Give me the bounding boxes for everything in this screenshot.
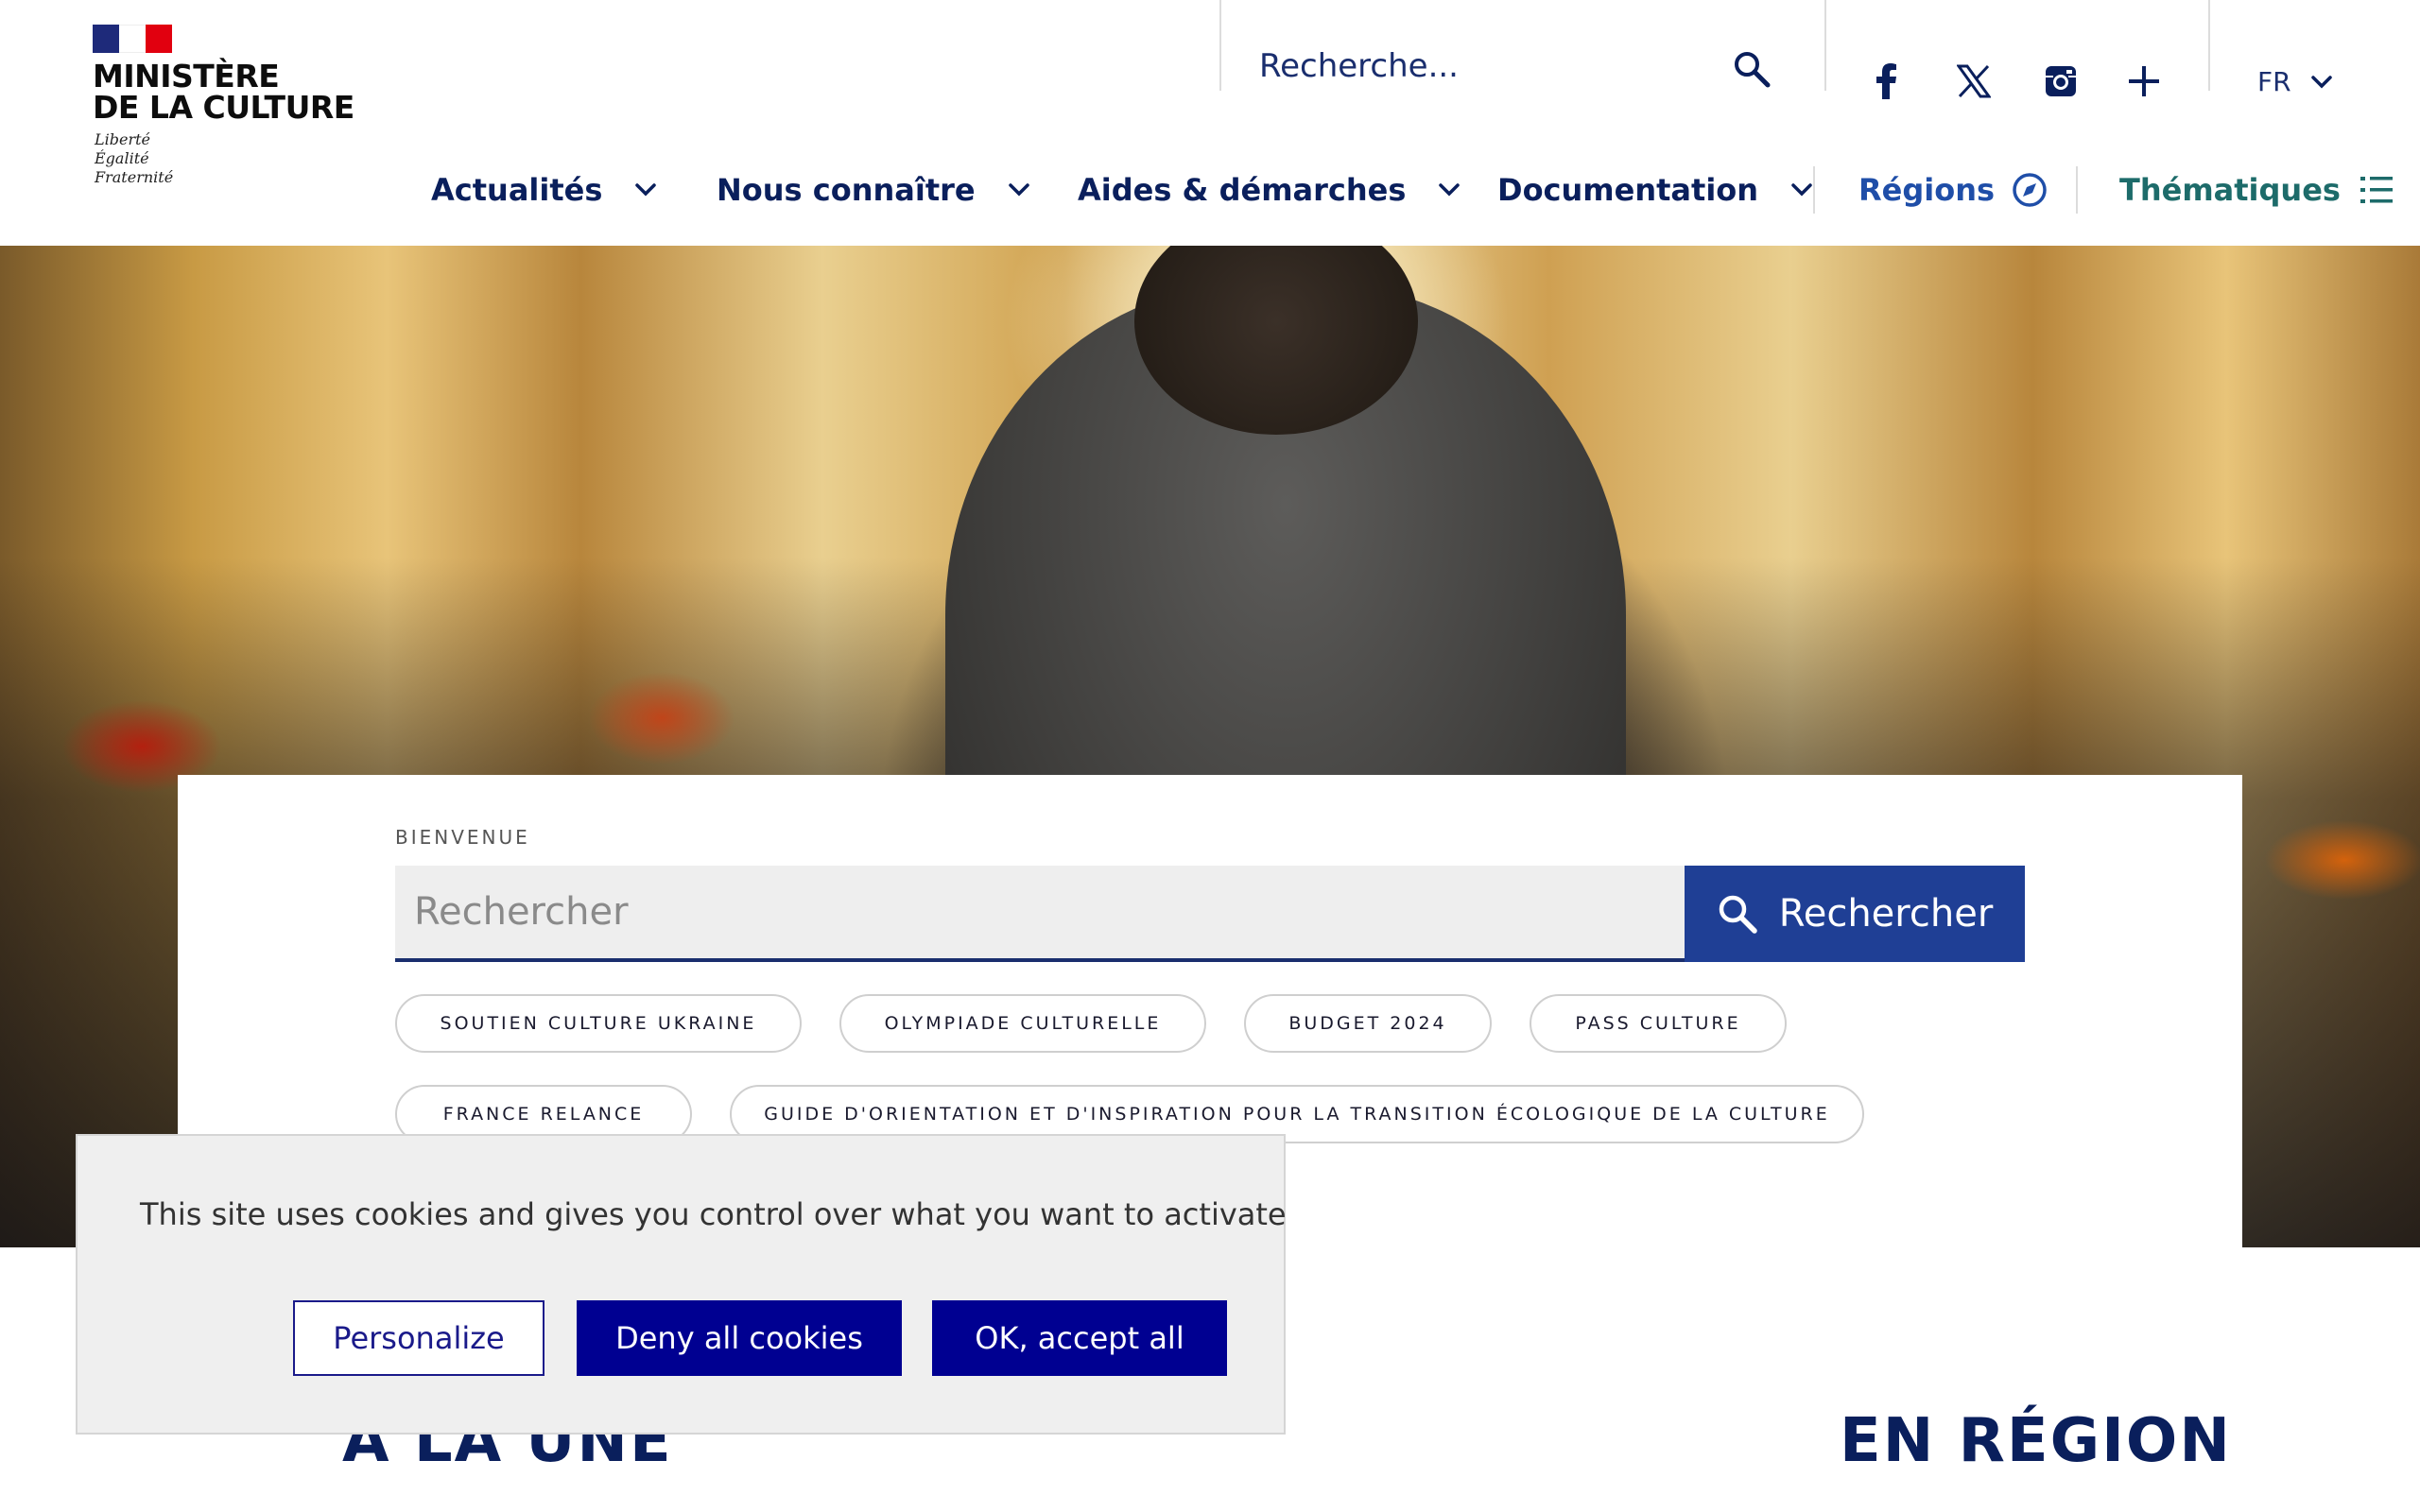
- nav-label: Nous connaître: [717, 172, 976, 208]
- language-label: FR: [2257, 66, 2291, 97]
- nav-item-thematiques[interactable]: Thématiques: [2119, 172, 2394, 208]
- logo-title: MINISTÈRE DE LA CULTURE: [93, 60, 354, 123]
- nav-item-documentation[interactable]: Documentation: [1497, 172, 1813, 208]
- tag-chip-olympiade-culturelle[interactable]: OLYMPIADE CULTURELLE: [839, 994, 1206, 1053]
- nav-divider: [2076, 166, 2078, 214]
- nav-item-regions[interactable]: Régions: [1858, 172, 2048, 208]
- main-search-button[interactable]: Rechercher: [1685, 866, 2025, 962]
- instagram-icon[interactable]: [2040, 60, 2082, 102]
- flag-red-stripe: [146, 25, 172, 53]
- nav-label: Régions: [1858, 172, 1996, 208]
- compass-icon: [2013, 173, 2047, 207]
- plus-icon[interactable]: [2123, 60, 2165, 102]
- nav-label: Documentation: [1497, 172, 1759, 208]
- search-icon: [1719, 895, 1757, 934]
- motto-fraternite: Fraternité: [95, 168, 174, 186]
- x-icon[interactable]: [1953, 60, 1995, 102]
- nav-item-actualites[interactable]: Actualités: [431, 172, 657, 208]
- main-search-input[interactable]: [395, 866, 1685, 962]
- cookie-accept-button[interactable]: OK, accept all: [932, 1300, 1227, 1376]
- nav-item-aides-demarches[interactable]: Aides & démarches: [1078, 172, 1461, 208]
- section-title-en-region: EN RÉGION: [1840, 1406, 2232, 1476]
- search-icon[interactable]: [1732, 49, 1772, 89]
- logo-title-line2: DE LA CULTURE: [93, 89, 354, 126]
- header-divider: [1219, 0, 1221, 91]
- cookie-banner: This site uses cookies and gives you con…: [76, 1134, 1287, 1435]
- flag-white-stripe: [119, 25, 146, 53]
- flag-blue-stripe: [93, 25, 119, 53]
- nav-label: Aides & démarches: [1078, 172, 1407, 208]
- cookie-deny-button[interactable]: Deny all cookies: [577, 1300, 902, 1376]
- chevron-down-icon: [1008, 183, 1029, 197]
- chevron-down-icon: [635, 183, 657, 197]
- tag-chip-budget-2024[interactable]: BUDGET 2024: [1244, 994, 1492, 1053]
- facebook-icon[interactable]: [1866, 60, 1908, 102]
- language-selector[interactable]: FR: [2257, 66, 2333, 97]
- chevron-down-icon: [1439, 183, 1461, 197]
- nav-divider: [1813, 166, 1815, 214]
- chevron-down-icon: [2310, 75, 2332, 88]
- cookie-message: This site uses cookies and gives you con…: [140, 1196, 1287, 1232]
- motto-egalite: Égalité: [95, 149, 149, 167]
- nav-item-nous-connaitre[interactable]: Nous connaître: [717, 172, 1030, 208]
- tag-chip-pass-culture[interactable]: PASS CULTURE: [1530, 994, 1787, 1053]
- top-search-field[interactable]: Recherche...: [1259, 47, 1459, 85]
- logo-title-line1: MINISTÈRE: [93, 58, 280, 94]
- cookie-personalize-button[interactable]: Personalize: [293, 1300, 544, 1376]
- nav-label: Actualités: [431, 172, 603, 208]
- header-divider: [1824, 0, 1826, 91]
- header-divider: [2208, 0, 2210, 91]
- site-header: MINISTÈRE DE LA CULTURE Liberté Égalité …: [0, 0, 2420, 246]
- motto-liberte: Liberté: [95, 130, 150, 148]
- chevron-down-icon: [1791, 183, 1812, 197]
- nav-label: Thématiques: [2119, 172, 2341, 208]
- search-eyebrow: BIENVENUE: [395, 826, 530, 849]
- search-button-label: Rechercher: [1778, 892, 1994, 936]
- tag-chip-soutien-culture-ukraine[interactable]: SOUTIEN CULTURE UKRAINE: [395, 994, 802, 1053]
- list-icon: [2360, 177, 2393, 203]
- logo-motto: Liberté Égalité Fraternité: [95, 130, 173, 187]
